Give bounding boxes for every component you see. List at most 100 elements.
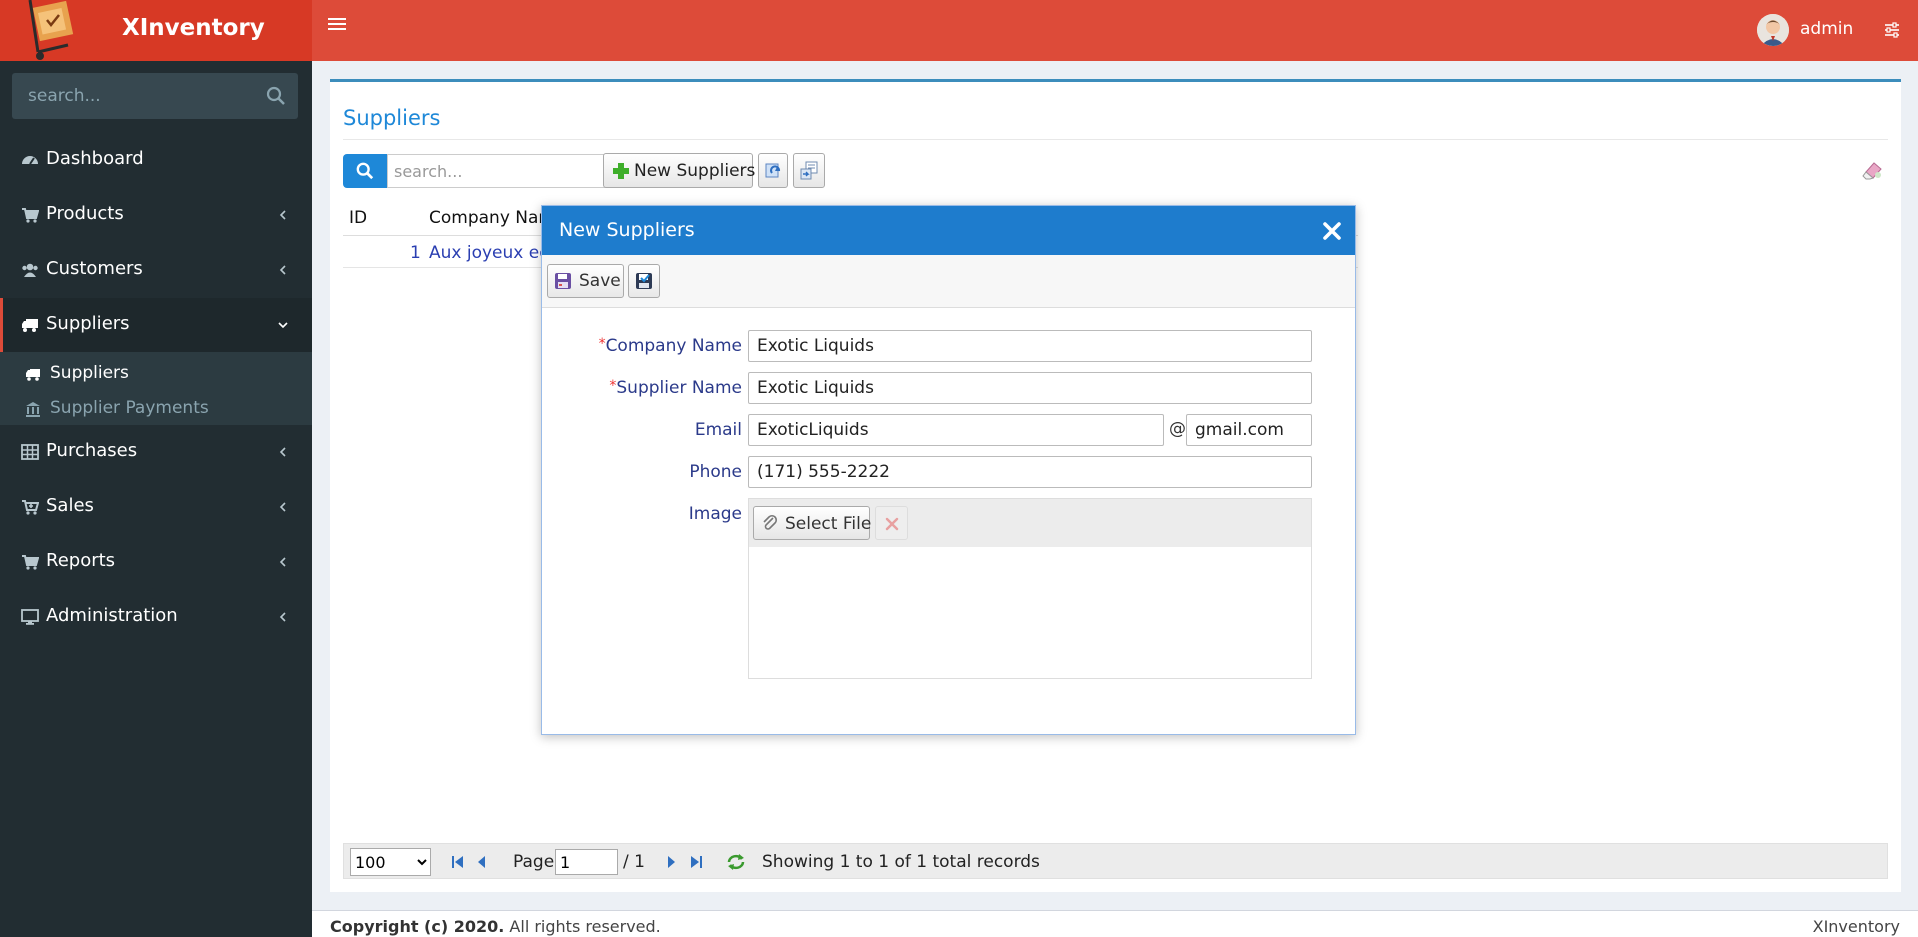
sidebar-item-reports[interactable]: Reports	[0, 535, 312, 590]
page-title: Suppliers	[343, 106, 441, 130]
users-icon	[22, 263, 38, 277]
prev-page-icon[interactable]	[474, 854, 490, 870]
sidebar-item-purchases[interactable]: Purchases	[0, 425, 312, 480]
sidebar: Dashboard Products Customers Suppliers	[0, 61, 312, 937]
company-name-label: *Company Name	[542, 336, 742, 356]
save-close-icon	[636, 273, 652, 289]
page-total: / 1	[623, 852, 645, 872]
records-summary: Showing 1 to 1 of 1 total records	[762, 852, 1040, 872]
cell-id: 1	[410, 243, 421, 263]
sliders-icon[interactable]	[1884, 22, 1900, 38]
save-button[interactable]: Save	[547, 264, 624, 298]
cell-company[interactable]: Aux joyeux ecc	[429, 243, 558, 263]
reload-icon[interactable]	[726, 853, 746, 871]
sidebar-item-dashboard[interactable]: Dashboard	[0, 133, 312, 188]
submenu-item-suppliers[interactable]: Suppliers	[0, 357, 312, 391]
column-header-id[interactable]: ID	[349, 208, 367, 228]
search-icon	[356, 162, 374, 180]
suppliers-submenu: Suppliers Supplier Payments	[0, 352, 312, 425]
new-suppliers-button[interactable]: New Suppliers	[603, 153, 755, 188]
save-label: Save	[579, 271, 621, 291]
image-upload-area[interactable]: Select File	[748, 498, 1312, 679]
select-file-button[interactable]: Select File	[753, 506, 872, 540]
copyright-rest: All rights reserved.	[504, 917, 661, 936]
sidebar-item-label: Purchases	[46, 440, 138, 461]
sidebar-item-products[interactable]: Products	[0, 188, 312, 243]
supplier-name-field[interactable]	[748, 372, 1312, 404]
dialog-title: New Suppliers	[559, 219, 695, 241]
refresh-icon	[765, 163, 781, 178]
chevron-left-icon	[279, 447, 286, 457]
sidebar-item-label: Suppliers	[46, 313, 130, 334]
chevron-down-icon	[278, 322, 288, 329]
company-name-label-text: Company Name	[605, 336, 742, 356]
remove-file-button[interactable]	[875, 506, 908, 540]
grid-search-button[interactable]	[343, 154, 387, 188]
submenu-item-supplier-payments[interactable]: Supplier Payments	[0, 392, 312, 426]
chevron-left-icon	[279, 502, 286, 512]
sidebar-search	[12, 73, 298, 119]
first-page-icon[interactable]	[450, 854, 466, 870]
page-size-select[interactable]: 100	[350, 848, 431, 876]
email-at-sign: @	[1169, 419, 1186, 439]
submenu-item-label: Suppliers	[50, 363, 129, 383]
user-name[interactable]: admin	[1800, 19, 1853, 39]
page-label: Page	[513, 852, 555, 872]
bank-icon	[26, 402, 40, 417]
sidebar-search-input[interactable]	[12, 73, 252, 119]
required-marker: *	[598, 336, 606, 352]
company-name-field[interactable]	[748, 330, 1312, 362]
brand-name[interactable]: XInventory	[122, 15, 265, 41]
truck-icon	[26, 369, 40, 381]
chevron-left-icon	[279, 265, 286, 275]
logo-area: XInventory	[0, 0, 312, 61]
image-label: Image	[688, 504, 742, 524]
remove-icon	[885, 517, 899, 531]
dashboard-icon	[22, 156, 38, 165]
sidebar-item-label: Products	[46, 203, 124, 224]
add-icon	[613, 163, 629, 179]
paperclip-icon	[763, 514, 778, 530]
pager: 100 Page / 1 Showing 1 to 1 of 1 total r…	[343, 843, 1888, 879]
sidebar-item-label: Administration	[46, 605, 178, 626]
sidebar-item-administration[interactable]: Administration	[0, 590, 312, 645]
phone-field[interactable]	[748, 456, 1312, 488]
cart-plus-icon	[22, 500, 39, 515]
title-divider	[343, 139, 1888, 140]
export-button[interactable]	[793, 153, 825, 188]
column-header-company[interactable]: Company Nam	[429, 208, 555, 228]
sidebar-item-suppliers[interactable]: Suppliers	[0, 298, 312, 353]
select-file-label: Select File	[785, 514, 872, 534]
chevron-left-icon	[279, 210, 286, 220]
copyright: Copyright (c) 2020. All rights reserved.	[330, 917, 661, 936]
chevron-left-icon	[279, 612, 286, 622]
eraser-icon[interactable]	[1862, 160, 1884, 180]
search-icon[interactable]	[266, 86, 286, 106]
truck-icon	[22, 319, 38, 332]
footer-brand: XInventory	[1812, 917, 1900, 936]
email-user-field[interactable]	[748, 414, 1164, 446]
sidebar-item-sales[interactable]: Sales	[0, 480, 312, 535]
table-icon	[21, 444, 39, 460]
last-page-icon[interactable]	[688, 854, 704, 870]
supplier-name-label: *Supplier Name	[542, 378, 742, 398]
page-number-input[interactable]	[555, 849, 618, 875]
refresh-button[interactable]	[758, 153, 788, 188]
save-icon	[555, 273, 571, 289]
email-domain-field[interactable]	[1186, 414, 1312, 446]
footer: Copyright (c) 2020. All rights reserved.…	[312, 910, 1918, 937]
sidebar-toggle-icon[interactable]	[328, 18, 346, 36]
cart-icon	[22, 555, 39, 570]
email-label: Email	[694, 420, 742, 440]
save-and-close-button[interactable]	[628, 264, 660, 298]
user-avatar[interactable]	[1757, 14, 1789, 46]
close-icon[interactable]	[1322, 221, 1342, 241]
top-navbar: XInventory admin	[0, 0, 1918, 61]
export-icon	[800, 161, 818, 180]
next-page-icon[interactable]	[663, 854, 679, 870]
dialog-header[interactable]: New Suppliers	[542, 206, 1355, 255]
sidebar-item-label: Customers	[46, 258, 143, 279]
file-toolbar: Select File	[749, 499, 1311, 547]
supplier-name-label-text: Supplier Name	[616, 378, 742, 398]
sidebar-item-customers[interactable]: Customers	[0, 243, 312, 298]
